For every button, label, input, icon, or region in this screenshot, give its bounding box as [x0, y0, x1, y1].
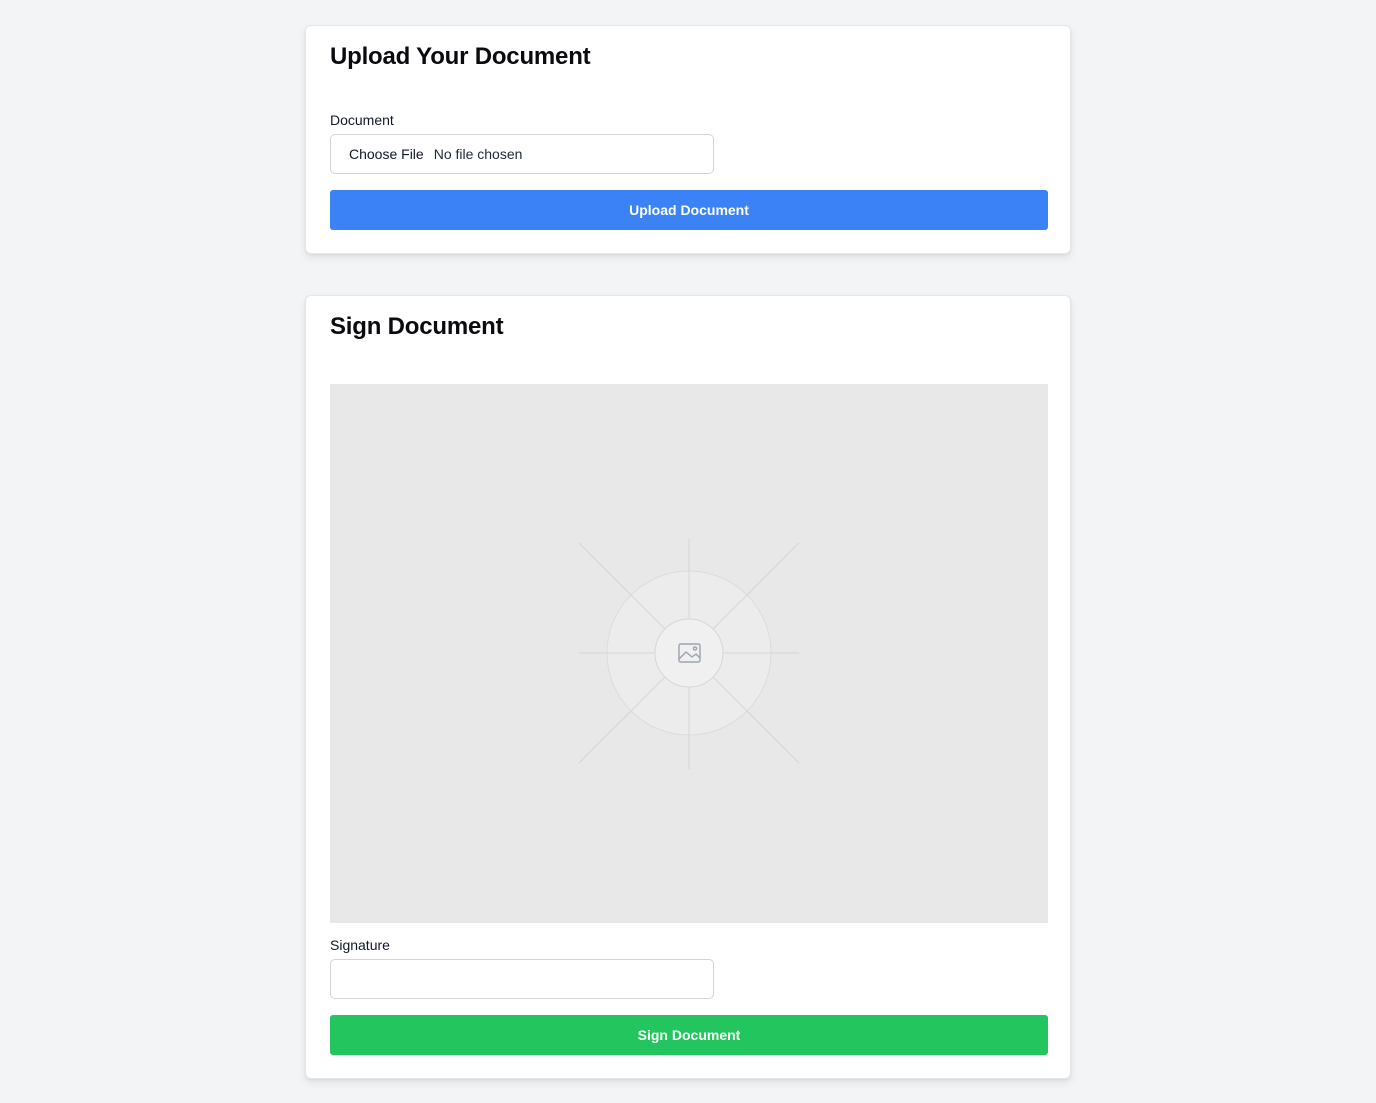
upload-section-title: Upload Your Document	[330, 43, 591, 70]
document-preview	[330, 384, 1048, 923]
file-status-text: No file chosen	[433, 146, 523, 162]
signature-input[interactable]	[330, 959, 714, 999]
image-placeholder-icon	[578, 539, 800, 769]
document-field-label: Document	[330, 112, 394, 128]
upload-document-button[interactable]: Upload Document	[330, 190, 1048, 230]
choose-file-button[interactable]: Choose File	[349, 146, 424, 162]
sign-document-card: Sign Document Signature Sign Document	[305, 295, 1071, 1079]
document-file-input[interactable]: Choose File No file chosen	[330, 134, 714, 174]
sign-section-title: Sign Document	[330, 313, 504, 340]
upload-document-card: Upload Your Document Document Choose Fil…	[305, 25, 1071, 254]
signature-field-label: Signature	[330, 937, 390, 953]
sign-document-button[interactable]: Sign Document	[330, 1015, 1048, 1055]
